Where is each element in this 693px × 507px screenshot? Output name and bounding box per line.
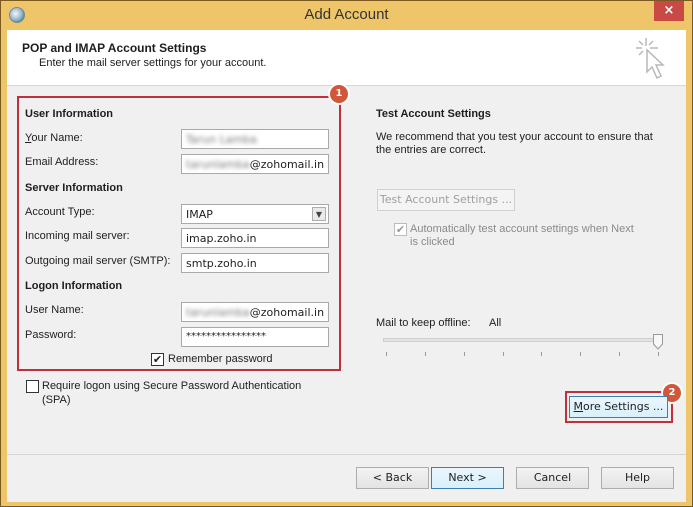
password-input[interactable]: ****************: [181, 327, 329, 347]
auto-test-label-line1[interactable]: Automatically test account settings when…: [410, 223, 634, 235]
title-bar: Add Account ×: [1, 1, 692, 30]
your-name-label: Your Name:: [25, 132, 83, 144]
incoming-server-input[interactable]: imap.zoho.in: [181, 228, 329, 248]
your-name-label-text: our Name:: [31, 132, 83, 144]
remember-password-checkbox[interactable]: ✔: [151, 353, 164, 366]
page-subtitle: Enter the mail server settings for your …: [39, 57, 267, 69]
spa-label-line2[interactable]: (SPA): [42, 394, 71, 406]
server-information-heading: Server Information: [25, 182, 123, 194]
slider-tick: [424, 352, 426, 356]
your-name-value: Tarun Lamba: [186, 133, 257, 146]
slider-tick: [463, 352, 465, 356]
chevron-down-icon[interactable]: ▼: [312, 207, 326, 221]
slider-track[interactable]: [383, 338, 661, 342]
username-label: User Name:: [25, 304, 84, 316]
logon-information-heading: Logon Information: [25, 280, 123, 292]
email-value-local: tarunlamba: [186, 158, 250, 171]
remember-password-label[interactable]: Remember password: [168, 353, 273, 365]
test-description-line2: the entries are correct.: [376, 144, 487, 156]
test-settings-heading: Test Account Settings: [376, 108, 491, 120]
cursor-click-icon: [636, 38, 665, 80]
password-label: Password:: [25, 329, 77, 341]
incoming-server-label: Incoming mail server:: [25, 230, 130, 242]
slider-tick: [541, 352, 543, 356]
more-settings-button[interactable]: More Settings ...: [569, 396, 668, 418]
auto-test-label-line2[interactable]: is clicked: [410, 236, 455, 248]
slider-thumb[interactable]: [653, 334, 663, 350]
username-value-domain: @zohomail.in: [249, 306, 325, 319]
user-information-heading: User Information: [25, 108, 114, 120]
slider-tick: [580, 352, 582, 356]
email-value-domain: @zohomail.in: [249, 158, 325, 171]
wizard-header: POP and IMAP Account Settings Enter the …: [7, 30, 686, 86]
outgoing-server-label: Outgoing mail server (SMTP):: [25, 255, 171, 267]
account-type-value: IMAP: [186, 208, 213, 221]
more-settings-label: ore Settings ...: [583, 400, 664, 413]
close-button[interactable]: ×: [654, 1, 684, 21]
mail-offline-label: Mail to keep offline:: [376, 317, 471, 329]
page-title: POP and IMAP Account Settings: [22, 41, 207, 55]
annotation-badge-1: 1: [330, 85, 348, 103]
back-button[interactable]: < Back: [356, 467, 429, 489]
mail-offline-value: All: [489, 317, 502, 329]
email-address-label: Email Address:: [25, 156, 98, 168]
next-button[interactable]: Next >: [431, 467, 504, 489]
slider-tick: [386, 352, 387, 356]
spa-checkbox[interactable]: [26, 380, 39, 393]
auto-test-checkbox[interactable]: ✔: [394, 223, 407, 236]
outgoing-server-input[interactable]: smtp.zoho.in: [181, 253, 329, 273]
slider-tick: [619, 352, 621, 356]
username-value-local: tarunlamba: [186, 306, 250, 319]
email-address-input[interactable]: tarunlamba@zohomail.in: [181, 154, 329, 174]
footer-divider: [7, 454, 686, 455]
username-input[interactable]: tarunlamba@zohomail.in: [181, 302, 329, 322]
email-label-text: Email Address:: [25, 156, 99, 168]
add-account-window: Add Account × POP and IMAP Account Setti…: [0, 0, 693, 507]
window-title: Add Account: [304, 6, 389, 23]
slider-tick: [502, 352, 504, 356]
test-description-line1: We recommend that you test your account …: [376, 131, 653, 143]
spa-label-line1[interactable]: Require logon using Secure Password Auth…: [42, 380, 301, 392]
account-type-select[interactable]: IMAP ▼: [181, 204, 329, 224]
test-account-settings-button[interactable]: Test Account Settings ...: [377, 189, 515, 211]
cancel-button[interactable]: Cancel: [516, 467, 589, 489]
slider-tick: [658, 352, 659, 356]
account-type-label: Account Type:: [25, 206, 95, 218]
help-button[interactable]: Help: [601, 467, 674, 489]
your-name-input[interactable]: Tarun Lamba: [181, 129, 329, 149]
